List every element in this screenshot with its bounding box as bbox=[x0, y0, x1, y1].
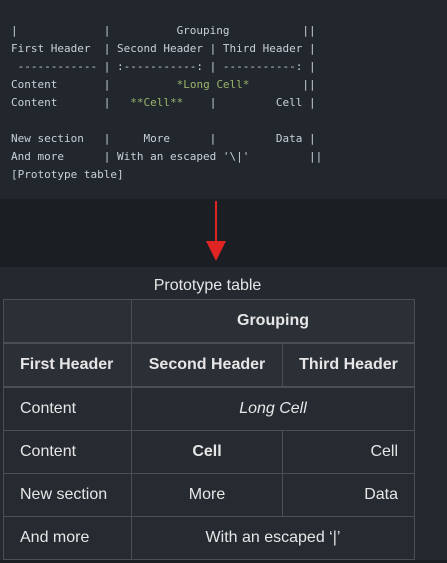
row4-escaped-cell: With an escaped ‘|’ bbox=[131, 516, 415, 560]
down-arrow-head-icon bbox=[206, 241, 226, 261]
source-line-8: And more | With an escaped '\|' || bbox=[11, 150, 323, 163]
markdown-source-panel: | | Grouping || First Header | Second He… bbox=[0, 0, 447, 199]
source-line-2: First Header | Second Header | Third Hea… bbox=[11, 42, 316, 55]
source-line-7: New section | More | Data | bbox=[11, 132, 316, 145]
row2-third-cell: Cell bbox=[282, 430, 415, 474]
first-header: First Header bbox=[3, 342, 132, 388]
long-cell-text: Long Cell bbox=[239, 400, 307, 417]
table-caption: Prototype table bbox=[153, 277, 262, 294]
source-line-5: Content | **Cell** | Cell | bbox=[11, 96, 316, 109]
row3-second-cell: More bbox=[131, 473, 283, 517]
empty-header-cell bbox=[3, 299, 132, 344]
row4-first-cell: And more bbox=[3, 516, 132, 560]
column-header-row: First Header Second Header Third Header bbox=[3, 342, 415, 388]
grouping-header: Grouping bbox=[131, 299, 415, 344]
table-row: Content Long Cell bbox=[3, 386, 415, 431]
table-row: And more With an escaped ‘|’ bbox=[3, 516, 415, 560]
group-header-row: Grouping bbox=[3, 299, 415, 344]
source-line-1: | | Grouping || bbox=[11, 24, 316, 37]
emphasis-markup: **Cell** bbox=[130, 96, 184, 109]
source-line-5-text: Content | **Cell** | Cell | bbox=[11, 96, 316, 109]
markdown-source-code: | | Grouping || First Header | Second He… bbox=[11, 22, 322, 184]
row2-second-cell: Cell bbox=[131, 430, 283, 474]
source-line-4: Content | *Long Cell* || bbox=[11, 78, 316, 91]
source-line-9: [Prototype table] bbox=[11, 168, 124, 181]
row1-first-cell: Content bbox=[3, 386, 132, 431]
source-line-3: ------------ | :-----------: | ---------… bbox=[11, 60, 316, 73]
down-arrow-icon bbox=[215, 201, 217, 243]
table-row: Content Cell Cell bbox=[3, 430, 415, 474]
emphasis-markup: *Long Cell* bbox=[176, 78, 250, 91]
source-line-4-text: Content | *Long Cell* || bbox=[11, 78, 316, 91]
bold-cell-text: Cell bbox=[192, 443, 222, 460]
second-header: Second Header bbox=[131, 342, 283, 388]
table-row: New section More Data bbox=[3, 473, 415, 517]
row2-first-cell: Content bbox=[3, 430, 132, 474]
row3-first-cell: New section bbox=[3, 473, 132, 517]
row3-third-cell: Data bbox=[282, 473, 415, 517]
row1-long-cell: Long Cell bbox=[131, 386, 415, 431]
third-header: Third Header bbox=[282, 342, 415, 388]
rendered-table: Grouping First Header Second Header Thir… bbox=[3, 299, 415, 560]
